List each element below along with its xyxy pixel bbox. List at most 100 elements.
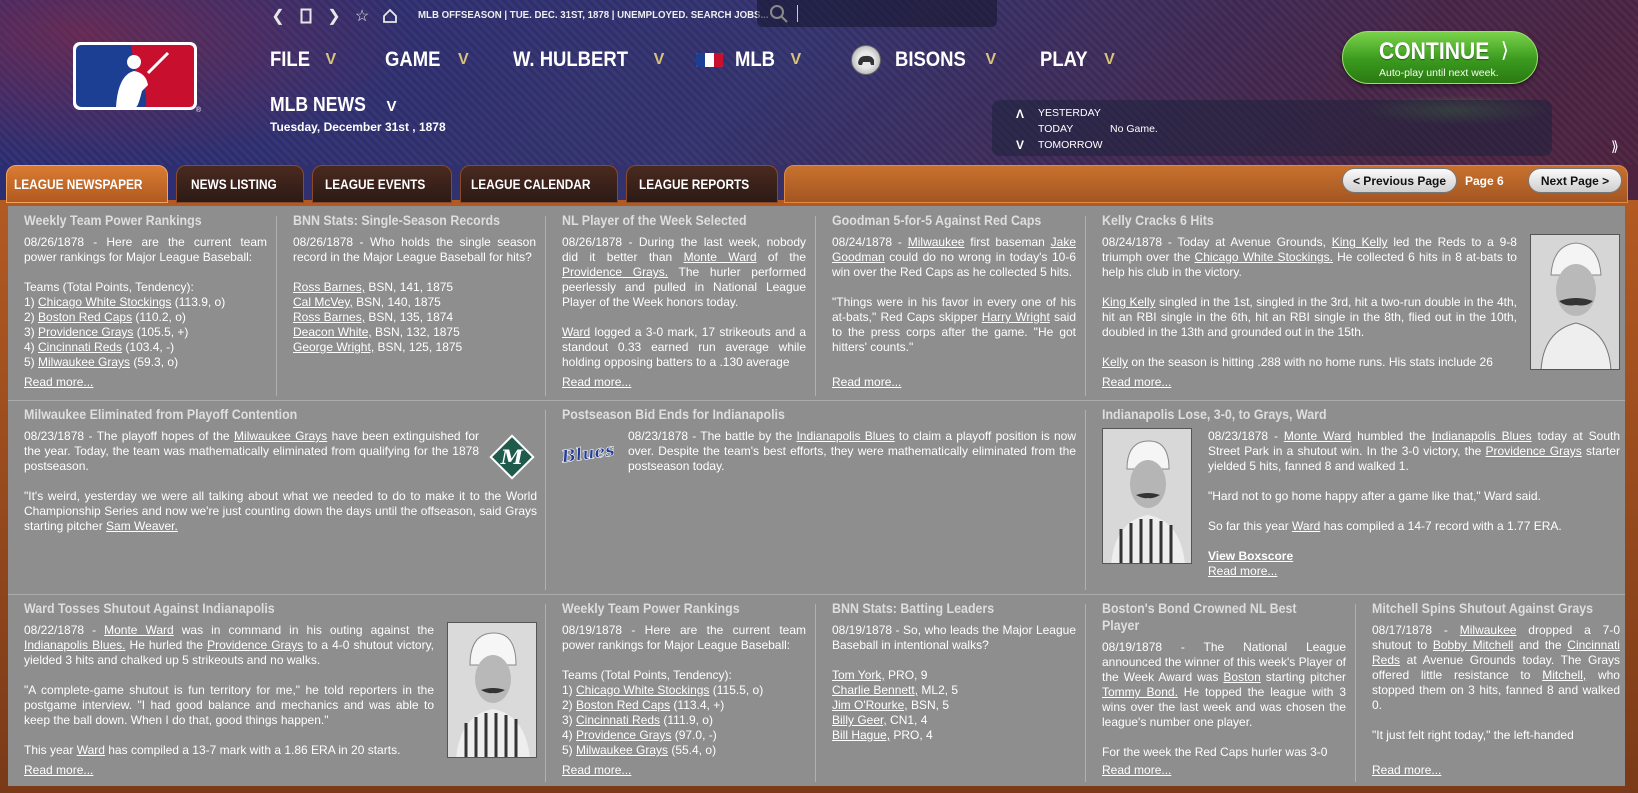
team-link[interactable]: Milwaukee	[1460, 623, 1517, 637]
article-title[interactable]: NL Player of the Week Selected	[562, 212, 786, 229]
article-title[interactable]: BNN Stats: Batting Leaders	[832, 600, 1056, 617]
player-link[interactable]: Tom York,	[832, 668, 885, 682]
read-more-link[interactable]: Read more...	[24, 375, 93, 390]
player-link[interactable]: Cal McVey,	[293, 295, 353, 309]
player-link[interactable]: Deacon White,	[293, 325, 372, 339]
team-link[interactable]: Providence Grays.	[562, 265, 668, 279]
tab-league-calendar[interactable]: LEAGUE CALENDAR	[460, 165, 618, 203]
team-link[interactable]: Chicago White Stockings	[576, 683, 709, 697]
article-title[interactable]: Postseason Bid Ends for Indianapolis	[562, 406, 1035, 423]
player-link[interactable]: Monte Ward	[684, 250, 757, 264]
team-link[interactable]: Indianapolis Blues	[1432, 429, 1532, 443]
player-link[interactable]: Charlie Bennett,	[832, 683, 918, 697]
player-link[interactable]: Bobby Mitchell	[1433, 638, 1513, 652]
read-more-link[interactable]: Read more...	[562, 763, 631, 778]
read-more-link[interactable]: Read more...	[24, 763, 93, 778]
article-title[interactable]: Mitchell Spins Shutout Against Grays	[1372, 600, 1600, 617]
player-link[interactable]: Ross Barnes,	[293, 280, 365, 294]
player-link[interactable]: Ward	[1292, 519, 1320, 533]
team-link[interactable]: Cincinnati Reds	[38, 340, 122, 354]
read-more-link[interactable]: Read more...	[1102, 375, 1517, 390]
team-link[interactable]: Milwaukee	[908, 235, 965, 249]
team-link[interactable]: Milwaukee Grays	[234, 429, 327, 443]
player-link[interactable]: Harry Wright	[982, 310, 1050, 324]
team-link[interactable]: Providence Grays	[38, 325, 133, 339]
home-icon[interactable]	[382, 7, 398, 25]
player-link[interactable]: Bill Hague,	[832, 728, 890, 742]
menu-mlb[interactable]: MLB V	[696, 46, 801, 74]
bookmark-icon[interactable]	[298, 7, 314, 25]
team-link[interactable]: Boston	[1223, 670, 1260, 684]
tab-league-newspaper[interactable]: LEAGUE NEWSPAPER	[6, 165, 168, 203]
chevron-down-icon[interactable]: V	[1016, 138, 1024, 152]
team-link[interactable]: Providence Grays	[1486, 444, 1582, 458]
search-input[interactable]	[797, 5, 987, 22]
article-title[interactable]: Boston's Bond Crowned NL Best Player	[1102, 600, 1326, 634]
continue-button[interactable]: CONTINUE ⟩ Auto-play until next week.	[1342, 31, 1538, 84]
article-title[interactable]: Ward Tosses Shutout Against Indianapolis	[24, 600, 496, 617]
player-photo-kelly[interactable]	[1530, 234, 1620, 370]
player-link[interactable]: King Kelly	[1332, 235, 1388, 249]
team-link[interactable]: Milwaukee Grays	[576, 743, 668, 757]
tab-league-events[interactable]: LEAGUE EVENTS	[312, 165, 452, 203]
team-link[interactable]: Milwaukee Grays	[38, 355, 130, 369]
chevron-up-icon[interactable]: Λ	[1016, 107, 1024, 121]
team-link[interactable]: Chicago White Stockings.	[1195, 250, 1333, 264]
player-link[interactable]: Tommy Bond.	[1102, 685, 1178, 699]
player-photo-ward[interactable]	[447, 622, 537, 758]
player-link[interactable]: Ward	[77, 743, 105, 757]
player-link[interactable]: Billy Geer,	[832, 713, 887, 727]
player-link[interactable]: Ward	[562, 325, 590, 339]
rank-value: (105.5, +)	[133, 325, 189, 339]
read-more-link[interactable]: Read more...	[1102, 763, 1346, 778]
player-photo-ward[interactable]	[1102, 428, 1192, 564]
team-link[interactable]: Providence Grays	[207, 638, 303, 652]
team-link[interactable]: Indianapolis Blues.	[24, 638, 125, 652]
menu-play[interactable]: PLAY V	[1040, 46, 1115, 74]
yesterday-label[interactable]: YESTERDAY	[1038, 107, 1101, 119]
team-link[interactable]: Chicago White Stockings	[38, 295, 171, 309]
player-link[interactable]: George Wright,	[293, 340, 374, 354]
read-more-link[interactable]: Read more...	[832, 375, 901, 390]
menu-team[interactable]: BISONS V	[851, 45, 996, 75]
player-link[interactable]: Monte Ward	[104, 623, 174, 637]
player-link[interactable]: King Kelly	[1102, 295, 1156, 309]
article-title[interactable]: Milwaukee Eliminated from Playoff Conten…	[24, 406, 496, 423]
game-status-text[interactable]: MLB OFFSEASON | TUE. DEC. 31ST, 1878 | U…	[418, 9, 769, 21]
tab-news-listing[interactable]: NEWS LISTING	[176, 165, 304, 203]
next-page-button[interactable]: Next Page >	[1528, 168, 1622, 193]
menu-manager[interactable]: W. HULBERT V	[513, 46, 664, 74]
read-more-link[interactable]: Read more...	[1208, 564, 1620, 579]
player-link[interactable]: Mitchell,	[1542, 668, 1586, 682]
page-title[interactable]: MLB NEWS V	[270, 94, 396, 117]
back-arrow-icon[interactable]: ❮	[270, 7, 286, 25]
player-link[interactable]: Jim O'Rourke,	[832, 698, 908, 712]
article-title[interactable]: Goodman 5-for-5 Against Red Caps	[832, 212, 1056, 229]
team-link[interactable]: Boston Red Caps	[576, 698, 670, 712]
article-title[interactable]: Indianapolis Lose, 3-0, to Grays, Ward	[1102, 406, 1579, 423]
double-chevron-right-icon[interactable]: ⟫	[1611, 138, 1619, 155]
tomorrow-label[interactable]: TOMORROW	[1038, 139, 1103, 151]
player-link[interactable]: Sam Weaver.	[106, 519, 178, 533]
view-boxscore-link[interactable]: View Boxscore	[1208, 549, 1620, 564]
team-link[interactable]: Providence Grays	[576, 728, 671, 742]
star-icon[interactable]: ☆	[354, 7, 370, 25]
forward-arrow-icon[interactable]: ❯	[326, 7, 342, 25]
article-title[interactable]: Kelly Cracks 6 Hits	[1102, 212, 1579, 229]
read-more-link[interactable]: Read more...	[1372, 763, 1620, 778]
player-link[interactable]: Monte Ward	[1284, 429, 1351, 443]
article-title[interactable]: Weekly Team Power Rankings	[562, 600, 786, 617]
article-title[interactable]: BNN Stats: Single-Season Records	[293, 212, 517, 229]
team-link[interactable]: Indianapolis Blues	[796, 429, 894, 443]
previous-page-button[interactable]: < Previous Page	[1342, 168, 1457, 193]
player-link[interactable]: Kelly	[1102, 355, 1128, 369]
team-link[interactable]: Boston Red Caps	[38, 310, 132, 324]
team-link[interactable]: Cincinnati Reds	[576, 713, 660, 727]
article-title[interactable]: Weekly Team Power Rankings	[24, 212, 248, 229]
menu-game[interactable]: GAME V	[385, 46, 469, 74]
player-link[interactable]: Ross Barnes,	[293, 310, 365, 324]
menu-file[interactable]: FILE V	[270, 46, 336, 74]
read-more-link[interactable]: Read more...	[562, 375, 806, 390]
tab-league-reports[interactable]: LEAGUE REPORTS	[626, 165, 778, 203]
mlb-logo[interactable]: ®	[73, 42, 201, 114]
